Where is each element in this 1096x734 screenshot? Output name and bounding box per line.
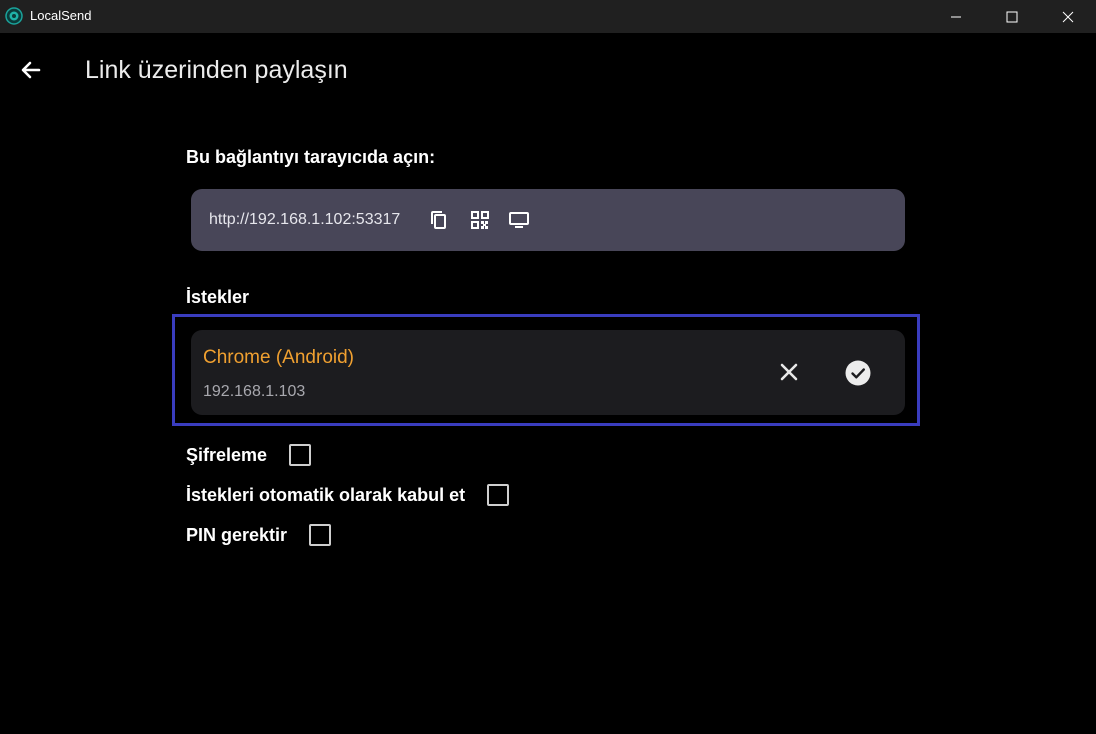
requests-label: İstekler bbox=[186, 287, 250, 307]
request-device-ip: 192.168.1.103 bbox=[203, 383, 306, 400]
minimize-button[interactable] bbox=[928, 0, 984, 33]
page-title: Link üzerinden paylaşın bbox=[85, 56, 348, 84]
title-bar: LocalSend bbox=[0, 0, 1096, 33]
auto-accept-checkbox[interactable] bbox=[487, 484, 510, 506]
option-label: Şifreleme bbox=[186, 444, 268, 465]
window-title: LocalSend bbox=[30, 8, 92, 23]
open-link-label: Bu bağlantıyı tarayıcıda açın: bbox=[186, 147, 436, 167]
arrow-left-icon bbox=[21, 61, 41, 79]
share-url[interactable]: http://192.168.1.102:53317 bbox=[209, 211, 400, 229]
request-card: Chrome (Android) 192.168.1.103 bbox=[191, 330, 905, 415]
decline-request-button[interactable] bbox=[775, 358, 803, 386]
minimize-icon bbox=[951, 16, 961, 17]
close-window-button[interactable] bbox=[1040, 0, 1096, 33]
option-label: İstekleri otomatik olarak kabul et bbox=[186, 484, 466, 505]
close-icon bbox=[780, 363, 798, 381]
option-encryption: Şifreleme bbox=[186, 442, 312, 468]
maximize-icon bbox=[1006, 11, 1018, 22]
accept-request-button[interactable] bbox=[843, 358, 873, 388]
maximize-button[interactable] bbox=[984, 0, 1040, 33]
qr-code-icon[interactable] bbox=[469, 209, 491, 231]
app-window: LocalSend Link üzerinden paylaşın Bu bağ… bbox=[0, 0, 1096, 734]
request-device-name: Chrome (Android) bbox=[203, 347, 354, 368]
copy-icon[interactable] bbox=[428, 209, 450, 231]
option-auto-accept: İstekleri otomatik olarak kabul et bbox=[186, 482, 510, 508]
option-label: PIN gerektir bbox=[186, 524, 288, 545]
encryption-checkbox[interactable] bbox=[289, 444, 312, 466]
localsend-logo-icon bbox=[5, 7, 23, 25]
option-require-pin: PIN gerektir bbox=[186, 522, 332, 548]
monitor-icon[interactable] bbox=[508, 209, 530, 231]
require-pin-checkbox[interactable] bbox=[309, 524, 332, 546]
check-circle-icon bbox=[845, 360, 871, 386]
link-box: http://192.168.1.102:53317 bbox=[191, 189, 905, 251]
close-icon bbox=[1062, 11, 1074, 22]
back-button[interactable] bbox=[16, 55, 46, 85]
